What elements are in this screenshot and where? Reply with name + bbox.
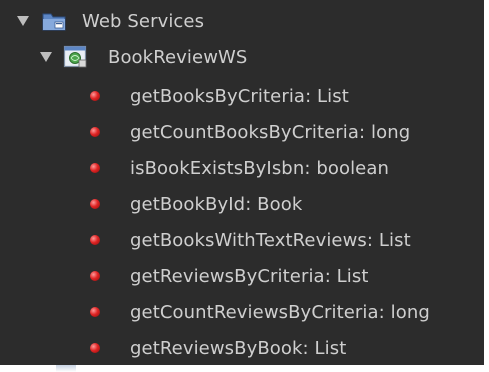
method-icon [90, 271, 100, 281]
expand-arrow-icon[interactable] [17, 16, 29, 26]
method-label: getBooksWithTextReviews: List [130, 229, 411, 251]
tree-node-web-services[interactable]: Web Services [0, 3, 484, 39]
method-label: getReviewsByBook: List [130, 337, 347, 359]
method-icon [90, 127, 100, 137]
method-label: getReviewsByCriteria: List [130, 265, 369, 287]
tree-node-bookreviewws[interactable]: BookReviewWS [0, 39, 484, 75]
method-label: getCountReviewsByCriteria: long [130, 301, 430, 323]
method-node[interactable]: isBookExistsByIsbn: boolean [0, 150, 484, 186]
method-node[interactable]: getCountReviewsByCriteria: long [0, 294, 484, 330]
web-service-icon [62, 44, 90, 70]
method-node[interactable]: getCountBooksByCriteria: long [0, 114, 484, 150]
method-label: isBookExistsByIsbn: boolean [130, 157, 389, 179]
method-node[interactable]: getBookById: Book [0, 186, 484, 222]
method-label: getBooksByCriteria: List [130, 85, 349, 107]
method-icon [90, 235, 100, 245]
method-node[interactable]: getBooksWithTextReviews: List [0, 222, 484, 258]
method-icon [90, 343, 100, 353]
method-icon [90, 199, 100, 209]
web-services-tree: Web Services BookReviewWS getBooksByCrit… [0, 0, 484, 365]
method-node[interactable]: getReviewsByBook: List [0, 330, 484, 365]
next-node-icon-fragment [56, 365, 76, 372]
method-label: getCountBooksByCriteria: long [130, 121, 411, 143]
folder-icon [41, 9, 67, 33]
tree-node-label: BookReviewWS [108, 46, 248, 68]
method-icon [90, 307, 100, 317]
method-icon [90, 163, 100, 173]
tree-node-label: Web Services [82, 10, 205, 32]
method-icon [90, 91, 100, 101]
method-node[interactable]: getBooksByCriteria: List [0, 78, 484, 114]
method-node[interactable]: getReviewsByCriteria: List [0, 258, 484, 294]
method-label: getBookById: Book [130, 193, 303, 215]
expand-arrow-icon[interactable] [40, 52, 52, 62]
